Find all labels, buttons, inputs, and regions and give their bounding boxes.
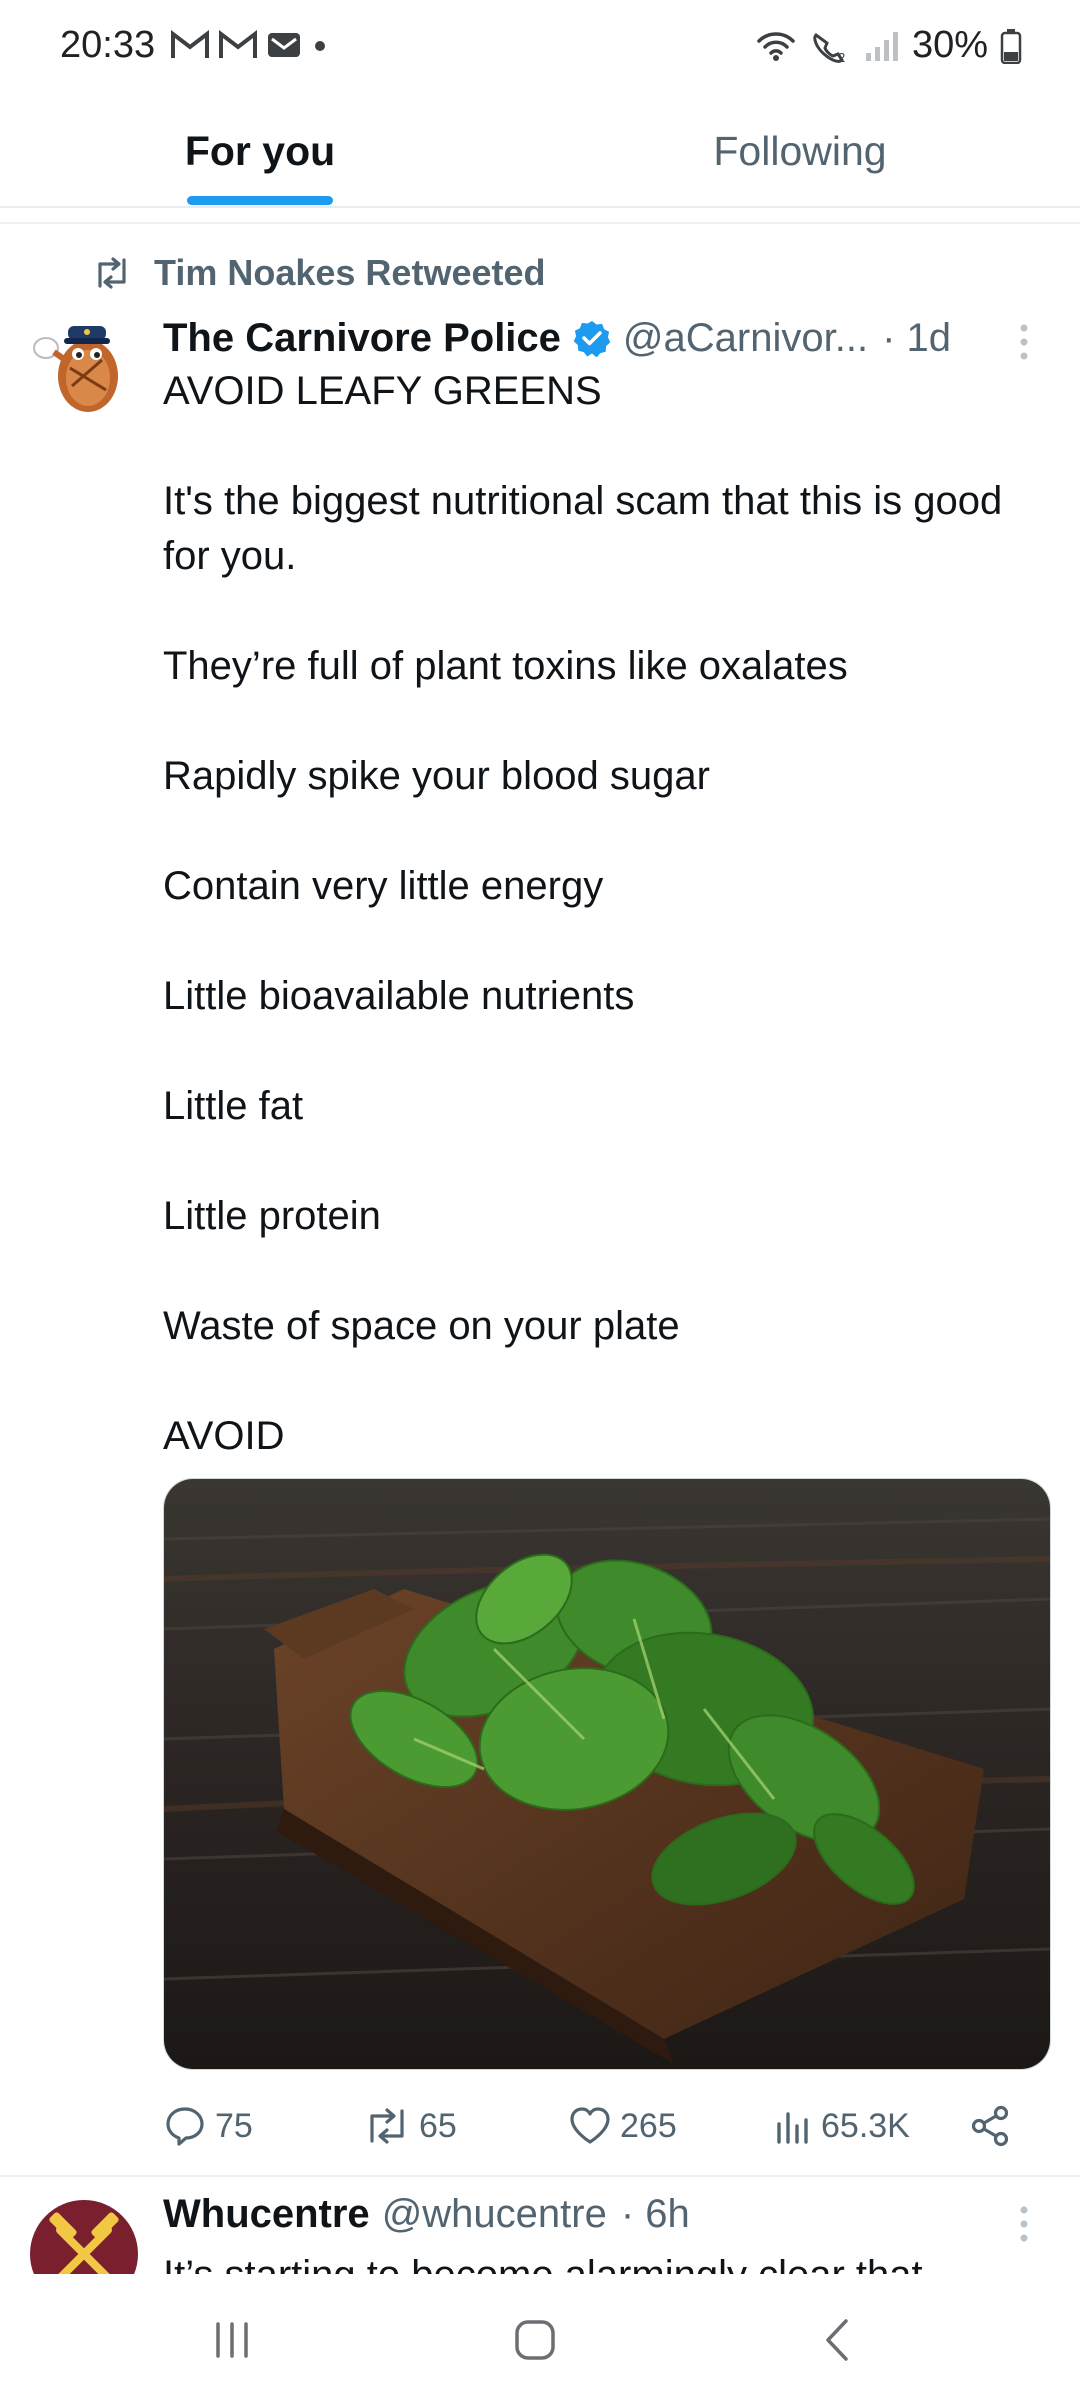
display-name[interactable]: Whucentre [163, 2192, 370, 2237]
tab-for-you-label: For you [184, 127, 336, 174]
tab-following-label: Following [713, 127, 887, 174]
views-button[interactable]: 65.3K [773, 2098, 910, 2154]
retweet-button[interactable]: 65 [363, 2098, 457, 2154]
share-button[interactable] [968, 2098, 1012, 2154]
status-time: 20:33 [60, 24, 156, 66]
retweet-icon [98, 257, 126, 289]
tweet-body: It’s starting to become alarmingly clear… [163, 2248, 1023, 2274]
spinach-on-cutting-board-image [164, 1479, 1050, 2069]
recent-apps-icon [216, 2322, 248, 2358]
tweet-text-line: Little bioavailable nutrients [163, 974, 635, 1018]
back-button[interactable] [798, 2310, 878, 2370]
retweet-context[interactable]: Tim Noakes Retweeted [92, 252, 545, 294]
battery-percent: 30% [911, 24, 988, 66]
tweet-header: Whucentre @whucentre · 6h [163, 2192, 690, 2237]
handle[interactable]: @whucentre [382, 2192, 607, 2237]
system-navigation-bar [0, 2274, 1080, 2400]
dot-icon [315, 41, 325, 51]
like-count: 265 [620, 2106, 677, 2145]
timeline-tabs: For you Following [0, 96, 1080, 208]
more-options-icon[interactable] [1014, 322, 1034, 362]
signal-icon [865, 31, 898, 61]
views-count: 65.3K [821, 2106, 910, 2145]
reply-count: 75 [215, 2106, 253, 2145]
carnivore-police-avatar-icon [33, 326, 118, 412]
wifi-calling-icon: 2 [813, 32, 845, 63]
reply-icon [166, 2107, 204, 2146]
retweet-label: Tim Noakes Retweeted [154, 252, 546, 293]
timestamp[interactable]: · 6h [621, 2192, 690, 2237]
tweet-text-line: Little protein [163, 1194, 381, 1238]
tweet-text-line: Little fat [163, 1084, 304, 1128]
tweet-text-line: They’re full of plant toxins like oxalat… [163, 644, 848, 688]
status-bar: 20:33 2 30% [0, 0, 1080, 96]
verified-badge-icon [573, 321, 611, 357]
tweet-text-line: It's the biggest nutritional scam that t… [163, 479, 1003, 578]
tweet-text-line: AVOID LEAFY GREENS [163, 369, 602, 413]
divider [0, 222, 1080, 224]
email-icon [268, 33, 300, 57]
more-options-icon[interactable] [1014, 2204, 1034, 2244]
avatar[interactable] [28, 312, 132, 416]
timestamp[interactable]: · 1d [882, 316, 951, 361]
gmail-icon [171, 30, 209, 58]
gmail-icon [219, 30, 257, 58]
tweet-text-line: Rapidly spike your blood sugar [163, 754, 710, 798]
svg-text:2: 2 [838, 50, 845, 63]
system-status: 2 30% [756, 24, 1022, 67]
notification-icons [170, 30, 330, 60]
tweet-text-line: Contain very little energy [163, 864, 604, 908]
heart-icon [570, 2107, 610, 2144]
display-name[interactable]: The Carnivore Police [163, 316, 561, 361]
wifi-icon [757, 31, 795, 61]
handle[interactable]: @aCarnivor... [623, 316, 868, 361]
tweet-text-line: Waste of space on your plate [163, 1304, 680, 1348]
share-icon [971, 2105, 1009, 2147]
selected-tab-indicator [187, 196, 333, 205]
battery-icon [1000, 28, 1022, 64]
home-button[interactable] [495, 2310, 575, 2370]
divider [0, 2175, 1080, 2177]
retweet-icon [370, 2108, 404, 2144]
tweet-text-line: AVOID [163, 1414, 285, 1458]
tweet-body: AVOID LEAFY GREENS It's the biggest nutr… [163, 364, 1023, 1464]
home-icon [515, 2320, 555, 2360]
tweet-actions: 75 65 265 65.3K [163, 2098, 1023, 2154]
tab-following[interactable]: Following [540, 96, 1060, 206]
tab-for-you[interactable]: For you [0, 96, 520, 206]
reply-button[interactable]: 75 [163, 2098, 253, 2154]
recent-apps-button[interactable] [192, 2310, 272, 2370]
tweet-media-image[interactable] [163, 1478, 1051, 2070]
tweet-header: The Carnivore Police @aCarnivor... · 1d [163, 308, 1023, 368]
views-analytics-icon [777, 2112, 808, 2144]
back-chevron-icon [826, 2319, 848, 2361]
retweet-count: 65 [419, 2106, 457, 2145]
like-button[interactable]: 265 [568, 2098, 677, 2154]
